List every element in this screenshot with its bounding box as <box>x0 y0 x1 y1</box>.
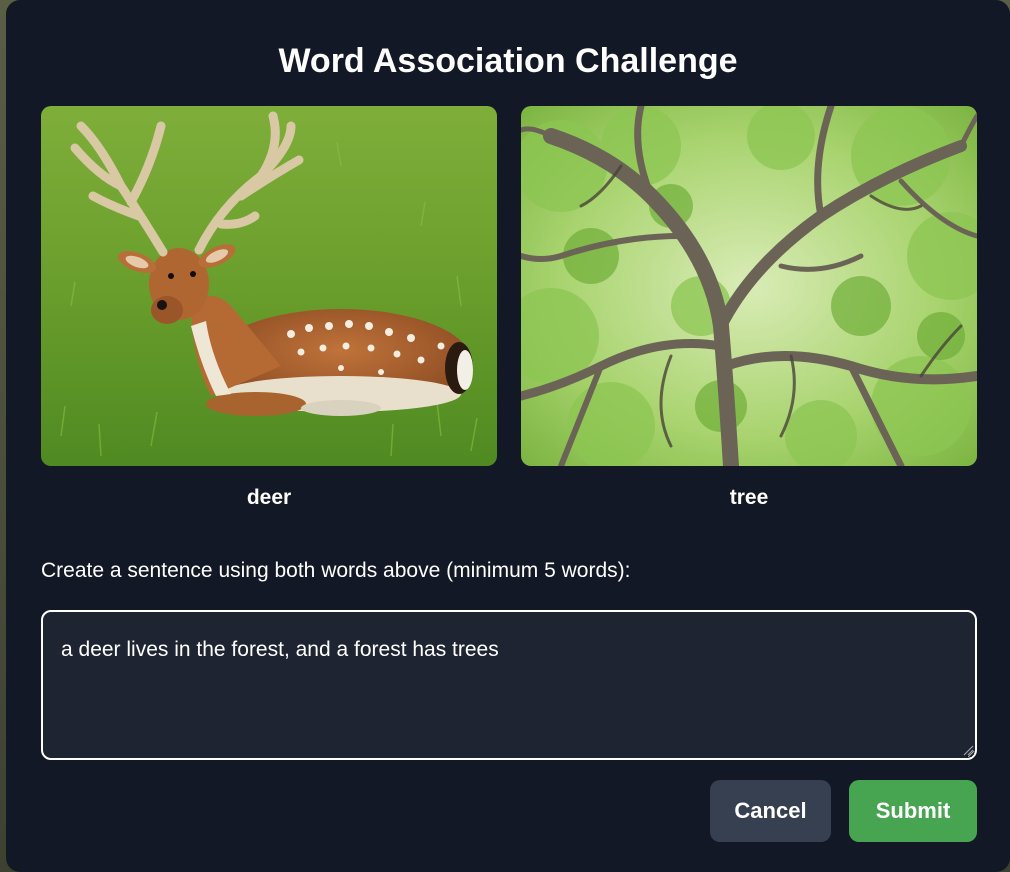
deer-caption: deer <box>246 486 292 509</box>
submit-button[interactable]: Submit <box>849 780 977 842</box>
dialog-title: Word Association Challenge <box>278 42 738 80</box>
tree-photo-icon <box>521 106 977 466</box>
word-association-dialog: Word Association Challenge deer tree Cre… <box>6 0 1010 872</box>
deer-image <box>41 106 497 466</box>
resize-grip-icon[interactable] <box>962 744 974 756</box>
sentence-input[interactable]: a deer lives in the forest, and a forest… <box>41 610 977 760</box>
cancel-button[interactable]: Cancel <box>710 780 831 842</box>
tree-caption: tree <box>729 486 769 509</box>
deer-photo-icon <box>41 106 497 466</box>
tree-image <box>521 106 977 466</box>
sentence-instruction: Create a sentence using both words above… <box>41 559 631 582</box>
